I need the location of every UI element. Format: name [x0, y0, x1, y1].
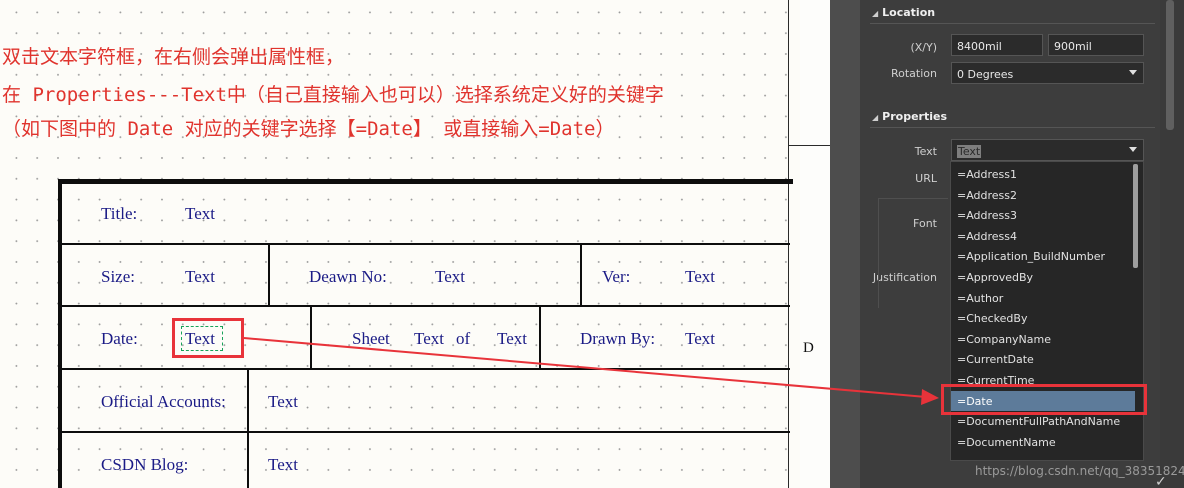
drawn-by-label: Drawn By: [580, 329, 656, 348]
csdn-blog-label: CSDN Blog: [101, 455, 189, 474]
annotation-line-1: 双击文本字符框，在右侧会弹出属性框， [2, 46, 345, 68]
size-value-text[interactable]: Text [185, 268, 215, 285]
rotation-label: Rotation [890, 67, 937, 80]
location-header-label: Location [882, 6, 936, 19]
dropdown-option[interactable]: =Application_BuildNumber [951, 246, 1135, 267]
properties-section-header[interactable]: ◢ Properties [872, 110, 947, 123]
font-group-line [878, 198, 879, 308]
collapse-triangle-icon: ◢ [872, 9, 879, 18]
section-divider [870, 127, 1155, 128]
justification-label: Justification [872, 271, 937, 284]
rotation-value: 0 Degrees [957, 68, 1014, 81]
title-block-col-divider [310, 307, 312, 368]
title-block-row-divider [62, 305, 790, 307]
title-block-col-divider [539, 307, 541, 368]
title-block-col-divider [247, 370, 249, 488]
text-property-label: Text [914, 145, 937, 158]
dropdown-option[interactable]: =CheckedBy [951, 308, 1135, 329]
csdn-blog-value-text[interactable]: Text [268, 456, 298, 473]
title-block-row-divider [62, 243, 790, 245]
dropdown-option[interactable]: =ApprovedBy [951, 267, 1135, 288]
collapse-triangle-icon: ◢ [872, 113, 879, 122]
font-group-line [878, 198, 948, 199]
dropdown-option[interactable]: =Address3 [951, 205, 1135, 226]
dropdown-option[interactable]: =Address2 [951, 185, 1135, 206]
sheet-label: Sheet [352, 329, 390, 348]
dropdown-option[interactable]: =Address4 [951, 226, 1135, 247]
chevron-down-icon [1129, 147, 1137, 152]
date-text-highlight-box [172, 318, 244, 358]
sheet-zone-letter: D [803, 340, 814, 356]
dropdown-option[interactable]: =CurrentDate [951, 349, 1135, 370]
title-block-row-divider [62, 431, 790, 433]
panel-scrollbar-thumb[interactable] [1166, 0, 1174, 130]
location-section-header[interactable]: ◢ Location [872, 6, 935, 19]
size-label: Size: [101, 267, 135, 286]
rotation-select[interactable]: 0 Degrees [951, 62, 1144, 84]
official-accounts-label: Official Accounts: [101, 392, 226, 411]
title-value-text[interactable]: Text [185, 205, 215, 222]
title-label: Title: [101, 204, 138, 223]
ver-label: Ver: [602, 267, 631, 286]
sheet-value-text[interactable]: Text [414, 330, 444, 347]
drawn-no-value-text[interactable]: Text [435, 268, 465, 285]
ver-value-text[interactable]: Text [685, 268, 715, 285]
dropdown-option[interactable]: =CompanyName [951, 329, 1135, 350]
dropdown-option[interactable]: =DocumentName [951, 432, 1135, 453]
title-block-col-divider [580, 245, 582, 305]
chevron-down-icon [1129, 70, 1137, 75]
section-divider [870, 23, 1155, 24]
annotation-line-3: （如下图中的 Date 对应的关键字选择【=Date】 或直接输入=Date） [2, 118, 615, 140]
properties-header-label: Properties [882, 110, 947, 123]
watermark: https://blog.csdn.net/qq_38351824 [975, 464, 1184, 478]
dropdown-option[interactable]: =Address1 [951, 164, 1135, 185]
title-block-left-border [58, 179, 62, 488]
of-value-text[interactable]: Text [497, 330, 527, 347]
text-property-combobox[interactable]: Text [951, 139, 1144, 161]
date-option-highlight-box [941, 384, 1147, 415]
date-label: Date: [101, 329, 138, 348]
official-accounts-value-text[interactable]: Text [268, 393, 298, 410]
check-icon: ✓ [1155, 474, 1167, 488]
drawn-by-value-text[interactable]: Text [685, 330, 715, 347]
text-keyword-dropdown[interactable]: =Address1 =Address2 =Address3 =Address4 =App… [950, 161, 1144, 461]
xy-label: (X/Y) [910, 41, 937, 54]
title-block-row-divider [62, 368, 790, 370]
title-block-top-border [58, 179, 793, 184]
dropdown-option[interactable]: =Author [951, 288, 1135, 309]
y-coordinate-input[interactable]: 900mil [1048, 34, 1144, 56]
annotation-line-2: 在 Properties---Text中（自己直接输入也可以）选择系统定义好的关… [2, 84, 664, 106]
font-label: Font [913, 217, 937, 230]
url-label: URL [915, 172, 937, 185]
panel-gutter [830, 0, 860, 488]
drawn-no-label: Deawn No: [309, 267, 387, 286]
of-label: of [456, 329, 471, 348]
title-block-col-divider [268, 245, 270, 305]
text-property-value: Text [957, 145, 982, 158]
sheet-border-zone-divider [788, 145, 830, 146]
x-coordinate-input[interactable]: 8400mil [951, 34, 1043, 56]
